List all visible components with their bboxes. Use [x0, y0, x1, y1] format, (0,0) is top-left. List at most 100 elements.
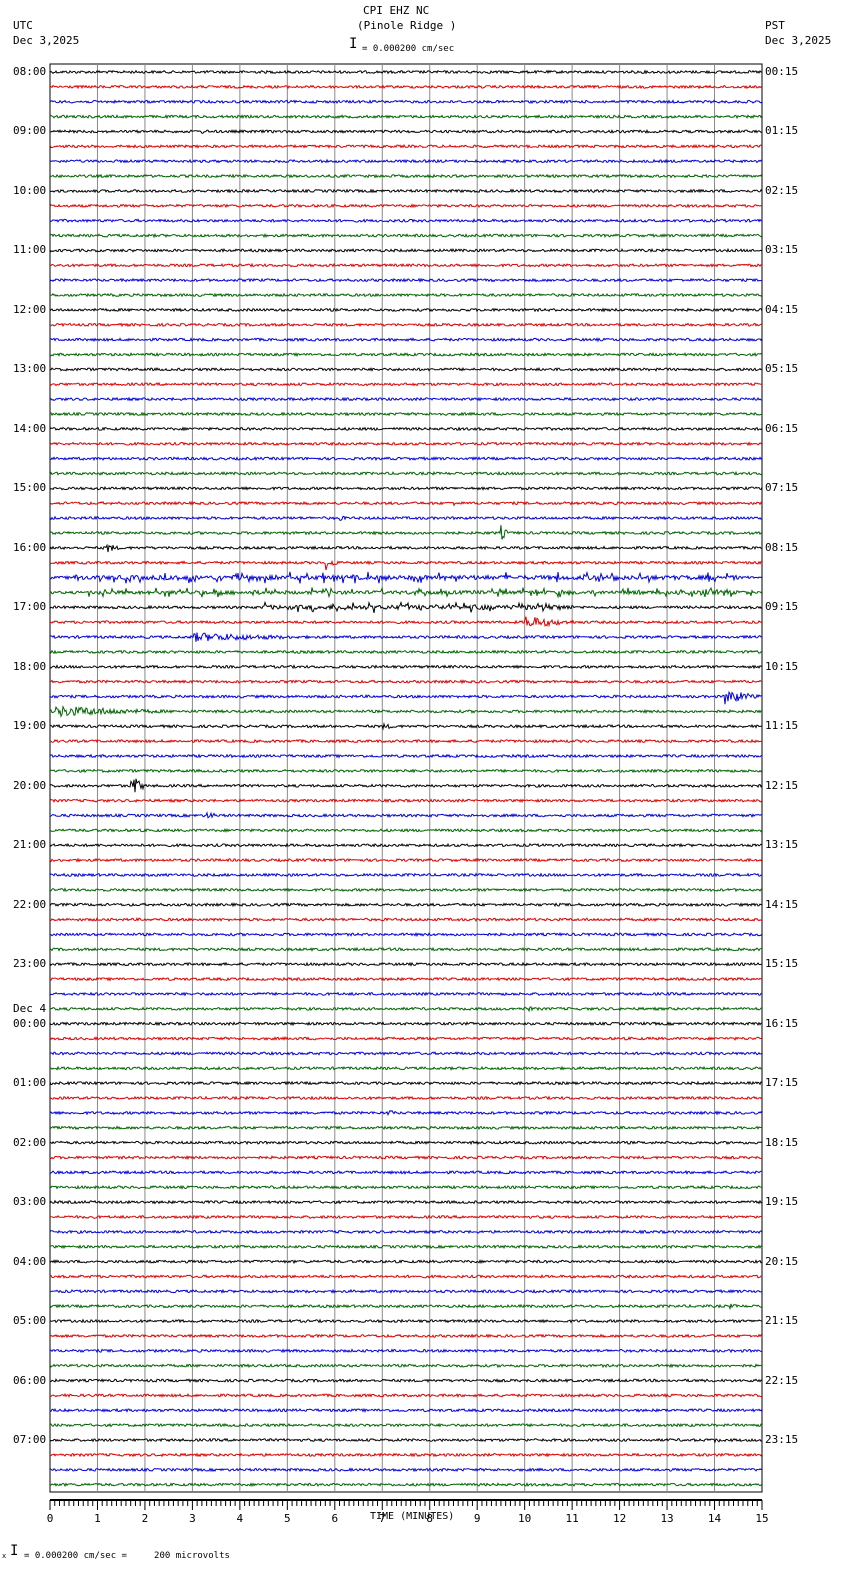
trace-line — [49, 872, 763, 878]
utc-hour-label: 18:00 — [13, 659, 47, 673]
trace-line — [49, 247, 763, 253]
trace-line — [49, 768, 763, 774]
trace-line — [50, 738, 763, 744]
trace-line — [49, 690, 763, 705]
trace-line — [49, 1333, 763, 1339]
x-tick-label: 11 — [566, 1512, 579, 1525]
trace-line — [49, 307, 763, 313]
trace-line — [49, 262, 763, 268]
trace-line — [49, 600, 763, 614]
utc-hour-label: 13:00 — [13, 362, 47, 376]
trace-line — [49, 1050, 763, 1056]
pst-hour-label: 16:15 — [765, 1016, 799, 1030]
pst-hour-label: 18:15 — [765, 1135, 799, 1149]
pst-hour-label: 19:15 — [765, 1195, 799, 1209]
trace-line — [49, 1095, 763, 1101]
trace-line — [49, 559, 763, 571]
trace-line — [49, 842, 763, 848]
trace-line — [49, 456, 763, 462]
utc-hour-label: 06:00 — [13, 1373, 47, 1387]
trace-line — [49, 1036, 763, 1042]
x-tick-label: 1 — [94, 1512, 101, 1525]
x-tick-label: 5 — [284, 1512, 291, 1525]
x-tick-label: 3 — [189, 1512, 196, 1525]
utc-hour-label: 21:00 — [13, 838, 47, 852]
pst-hour-label: 00:15 — [765, 65, 799, 78]
trace-line — [49, 158, 763, 164]
pst-hour-label: 21:15 — [765, 1314, 799, 1328]
footer-scale-label: = 0.000200 cm/sec = 200 microvolts — [24, 1551, 230, 1561]
utc-hour-label: 08:00 — [13, 65, 47, 78]
trace-line — [49, 525, 763, 540]
trace-line — [49, 543, 763, 553]
trace-line — [49, 203, 763, 209]
trace-line — [49, 1244, 763, 1250]
trace-line — [49, 218, 763, 224]
trace-line — [49, 128, 763, 134]
pst-hour-label: 07:15 — [765, 481, 799, 495]
trace-line — [49, 485, 763, 491]
trace-line — [49, 1392, 763, 1399]
utc-hour-label: 14:00 — [13, 421, 47, 435]
utc-hour-label: 19:00 — [13, 719, 47, 733]
trace-line — [49, 1169, 763, 1175]
trace-line — [49, 991, 763, 997]
pst-hour-label: 04:15 — [765, 302, 799, 316]
trace-line — [49, 704, 763, 718]
pst-hour-label: 01:15 — [765, 124, 799, 138]
trace-line — [49, 99, 763, 105]
trace-line — [49, 1006, 763, 1013]
trace-line — [49, 1214, 763, 1220]
trace-line — [49, 1467, 763, 1473]
trace-line — [50, 1482, 763, 1488]
trace-line — [49, 322, 763, 328]
x-tick-label: 15 — [755, 1512, 768, 1525]
trace-line — [49, 1348, 763, 1354]
utc-hour-label: 20:00 — [13, 778, 47, 792]
trace-line — [49, 1154, 763, 1161]
pst-hour-label: 15:15 — [765, 957, 799, 971]
utc-hour-label: 11:00 — [13, 243, 47, 257]
trace-line — [49, 649, 763, 655]
trace-line — [49, 515, 763, 521]
utc-hour-label: 02:00 — [13, 1135, 47, 1149]
utc-hour-label: 01:00 — [13, 1076, 47, 1090]
trace-line — [49, 1452, 763, 1458]
pst-hour-label: 09:15 — [765, 600, 799, 614]
pst-hour-label: 11:15 — [765, 719, 799, 733]
utc-hour-label: 03:00 — [13, 1195, 47, 1209]
trace-line — [49, 1288, 763, 1294]
trace-line — [49, 679, 763, 685]
trace-line — [49, 381, 762, 387]
trace-line — [49, 664, 763, 670]
x-tick-label: 9 — [474, 1512, 481, 1525]
x-tick-label: 12 — [613, 1512, 626, 1525]
pst-hour-label: 10:15 — [765, 659, 799, 673]
utc-hour-label: 07:00 — [13, 1433, 47, 1447]
x-tick-label: 14 — [708, 1512, 722, 1525]
trace-line — [49, 1109, 763, 1117]
trace-line — [49, 352, 763, 358]
trace-line — [49, 976, 763, 982]
trace-line — [49, 1184, 763, 1190]
trace-line — [49, 426, 763, 432]
x-tick-label: 0 — [47, 1512, 54, 1525]
trace-line — [49, 1303, 763, 1311]
pst-hour-label: 06:15 — [765, 421, 799, 435]
trace-line — [49, 1407, 763, 1413]
x-axis-title: TIME (MINUTES) — [370, 1511, 455, 1522]
trace-line — [49, 632, 763, 642]
pst-hour-label: 20:15 — [765, 1254, 799, 1268]
utc-hour-label: 04:00 — [13, 1254, 47, 1268]
x-tick-label: 4 — [237, 1512, 244, 1525]
trace-line — [49, 811, 763, 819]
x-tick-label: 6 — [331, 1512, 338, 1525]
trace-line — [49, 902, 763, 908]
footer-scale-bar-icon: I — [10, 1543, 19, 1559]
trace-line — [49, 1363, 763, 1369]
trace-line — [49, 721, 763, 731]
seismogram-plot: 0 1 2 3 4 5 6 7 8 9 10 11 12 13 14 15 — [47, 63, 769, 1525]
trace-line — [49, 1422, 763, 1428]
trace-line — [49, 143, 763, 149]
trace-line — [49, 1021, 763, 1027]
